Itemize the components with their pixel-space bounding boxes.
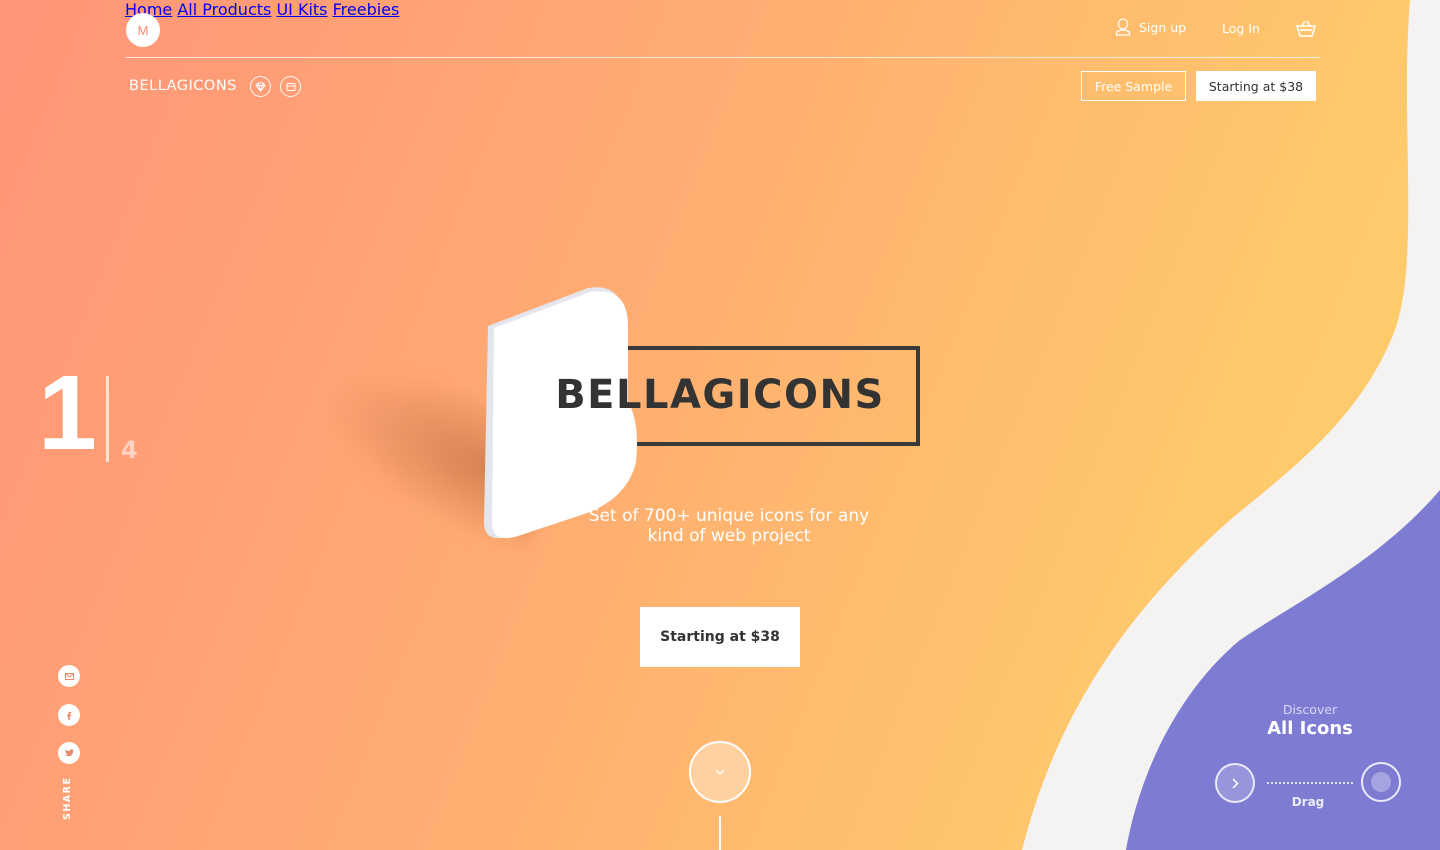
main-nav: Home All Products UI Kits Freebies [125, 0, 1320, 19]
nav-all-products[interactable]: All Products [177, 0, 271, 19]
discover-label: Discover [1282, 702, 1338, 717]
discover-next-button[interactable] [1215, 763, 1255, 803]
nav-ui-kits[interactable]: UI Kits [276, 0, 327, 19]
scroll-down-button[interactable] [689, 741, 751, 803]
free-sample-button[interactable]: Free Sample [1081, 71, 1186, 101]
user-icon [1115, 18, 1131, 36]
product-brand: BELLAGICONS [129, 78, 237, 94]
chevron-down-icon [715, 769, 725, 775]
log-in-link[interactable]: Log In [1222, 21, 1260, 36]
chevron-right-icon [1231, 777, 1239, 789]
sketch-icon[interactable] [250, 76, 271, 97]
facebook-icon [67, 711, 72, 720]
mail-icon [64, 672, 74, 680]
logo-letter: M [137, 22, 149, 38]
cart-icon[interactable] [1295, 18, 1317, 40]
nav-freebies[interactable]: Freebies [333, 0, 400, 19]
drag-label: Drag [1291, 795, 1325, 809]
sign-up-link[interactable]: Sign up [1115, 18, 1186, 36]
product-subbar: BELLAGICONS Free Sample Starting at $38 [129, 70, 1316, 102]
hero-title: BELLAGICONS [555, 372, 885, 418]
twitter-icon [64, 749, 74, 757]
share-mail-button[interactable] [58, 665, 80, 687]
starting-price-button[interactable]: Starting at $38 [1196, 71, 1316, 101]
share-facebook-button[interactable] [58, 704, 80, 726]
drag-target-handle[interactable] [1361, 762, 1401, 802]
hero-subtitle: Set of 700+ unique icons for any kind of… [588, 506, 870, 546]
drag-track [1267, 782, 1353, 784]
slide-counter-divider [106, 376, 109, 462]
logo[interactable]: M [126, 13, 160, 47]
share-label: SHARE [62, 776, 73, 820]
iconjar-icon[interactable] [280, 76, 301, 97]
top-navigation: M Home All Products UI Kits Freebies Sig… [125, 0, 1320, 58]
all-icons-label[interactable]: All Icons [1230, 718, 1390, 739]
hero-cta-button[interactable]: Starting at $38 [640, 607, 800, 667]
slide-counter-current: 1 [38, 354, 97, 472]
slide-counter-total: 4 [121, 436, 138, 464]
sign-up-label: Sign up [1139, 19, 1187, 35]
scroll-line [719, 816, 721, 850]
share-twitter-button[interactable] [58, 742, 80, 764]
